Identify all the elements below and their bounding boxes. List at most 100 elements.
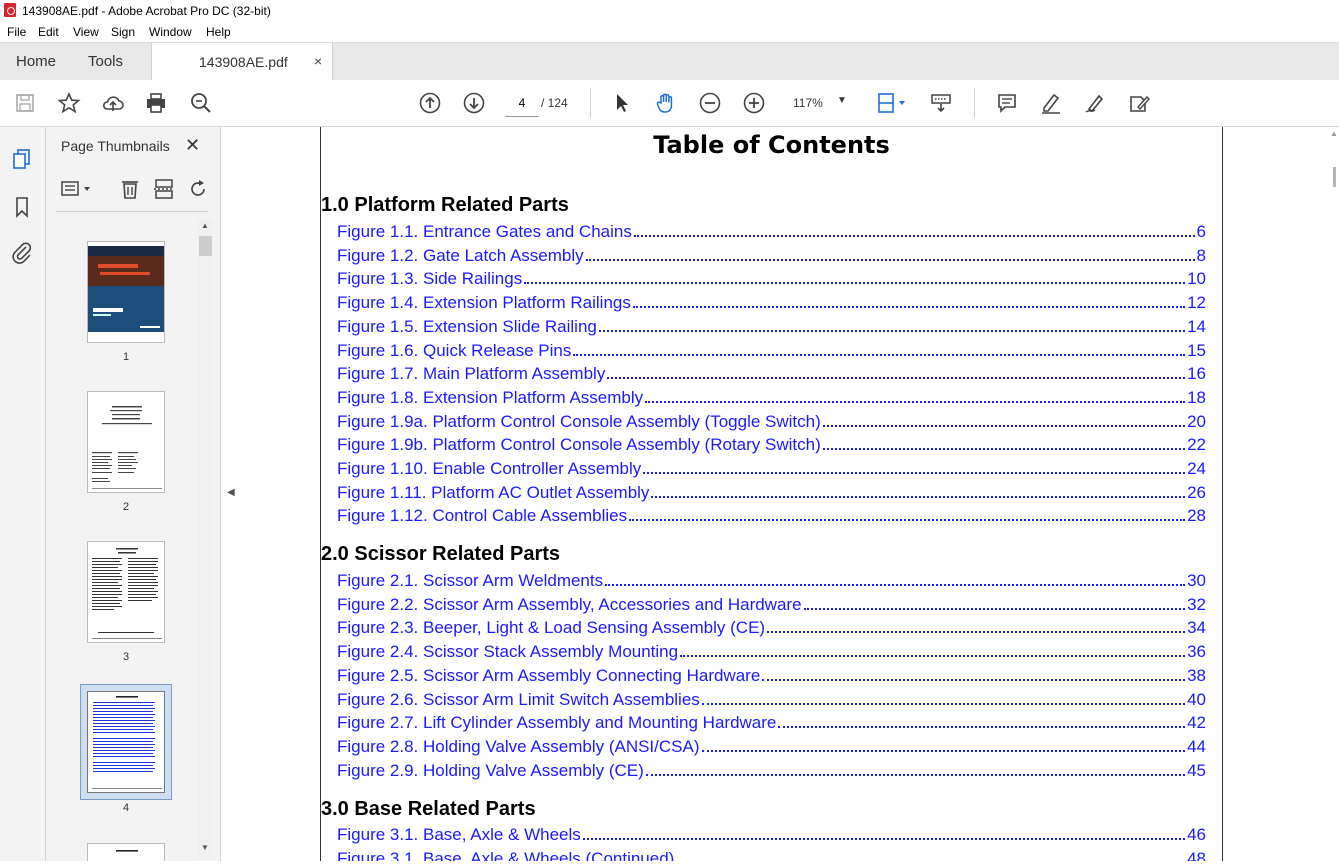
thumbnail-page-3[interactable]: [87, 541, 165, 643]
previous-page-button[interactable]: [417, 90, 443, 116]
title-bar: 143908AE.pdf - Adobe Acrobat Pro DC (32-…: [0, 0, 1339, 22]
toc-entry-link[interactable]: Figure 2.8. Holding Valve Assembly (ANSI…: [337, 735, 1206, 757]
toc-entry-link[interactable]: Figure 1.5. Extension Slide Railing 14: [337, 315, 1206, 337]
save-button[interactable]: [12, 90, 38, 116]
panel-collapse-handle[interactable]: ◀: [221, 127, 240, 861]
toc-entry-link[interactable]: Figure 2.2. Scissor Arm Assembly, Access…: [337, 593, 1206, 615]
print-button[interactable]: [143, 90, 169, 116]
thumbnail-page-5[interactable]: [87, 843, 165, 861]
toc-entry-page: 12: [1187, 293, 1206, 313]
toc-entry-link[interactable]: Figure 1.9a. Platform Control Console As…: [337, 410, 1206, 432]
toc-entry-label: Figure 1.10. Enable Controller Assembly: [337, 459, 642, 478]
document-scrollbar[interactable]: ▲: [1328, 127, 1339, 861]
toc-entry-link[interactable]: Figure 3.1. Base, Axle & Wheels 46: [337, 823, 1206, 845]
toc-entry-page: 28: [1187, 506, 1206, 526]
printer-icon: [147, 93, 165, 113]
toc-entry-link[interactable]: Figure 1.4. Extension Platform Railings 1…: [337, 291, 1206, 313]
scroll-up-icon[interactable]: ▲: [1330, 129, 1338, 138]
scroll-down-icon[interactable]: ▼: [201, 843, 209, 852]
toc-entry-link[interactable]: Figure 1.10. Enable Controller Assembly 2…: [337, 457, 1206, 479]
comment-button[interactable]: [994, 90, 1020, 116]
page-thumbnails-icon[interactable]: [10, 147, 34, 171]
toc-entry-link[interactable]: Figure 1.3. Side Railings 10: [337, 267, 1206, 289]
toc-entry-link[interactable]: Figure 2.6. Scissor Arm Limit Switch Ass…: [337, 688, 1206, 710]
toc-entry-page: 22: [1187, 435, 1206, 455]
collapse-arrow-icon[interactable]: ◀: [227, 487, 235, 498]
toc-entry-page: 10: [1187, 269, 1206, 289]
toc-entry-link[interactable]: Figure 1.7. Main Platform Assembly 16: [337, 362, 1206, 384]
toc-entry-page: 16: [1187, 364, 1206, 384]
scrollbar-thumb[interactable]: [199, 236, 212, 256]
upload-button[interactable]: [100, 90, 126, 116]
thumbnail-page-4[interactable]: [87, 691, 165, 793]
toc-entry-link[interactable]: Figure 3.1. Base, Axle & Wheels (Continu…: [337, 847, 1206, 861]
dot-leader: [822, 424, 1186, 427]
toc-entry-link[interactable]: Figure 1.12. Control Cable Assemblies 28: [337, 504, 1206, 526]
close-panel-icon[interactable]: ✕: [185, 135, 200, 156]
toc-entry-link[interactable]: Figure 1.6. Quick Release Pins 15: [337, 339, 1206, 361]
thumbnail-scrollbar[interactable]: ▲ ▼: [198, 219, 213, 859]
toc-entry-link[interactable]: Figure 1.11. Platform AC Outlet Assembly…: [337, 481, 1206, 503]
select-tool-button[interactable]: [609, 90, 635, 116]
section-heading: 2.0 Scissor Related Parts: [321, 543, 561, 565]
highlight-button[interactable]: [1038, 90, 1064, 116]
delete-page-icon[interactable]: [118, 177, 142, 201]
page-fit-button[interactable]: [874, 90, 910, 116]
tab-home[interactable]: Home: [16, 43, 56, 81]
scroll-up-icon[interactable]: ▲: [201, 221, 209, 230]
next-page-button[interactable]: [461, 90, 487, 116]
fill-and-sign-button[interactable]: [1126, 90, 1152, 116]
toc-entry-link[interactable]: Figure 2.5. Scissor Arm Assembly Connect…: [337, 664, 1206, 686]
toc-entry-page: 44: [1187, 736, 1206, 756]
thumbnail-label: 3: [122, 651, 130, 663]
scrollbar-thumb[interactable]: [1333, 167, 1336, 187]
sign-button[interactable]: [1082, 90, 1108, 116]
toc-entry-label: Figure 1.5. Extension Slide Railing: [337, 316, 597, 336]
toc-entry-link[interactable]: Figure 2.1. Scissor Arm Weldments 30: [337, 569, 1206, 591]
scrolling-mode-button[interactable]: [928, 90, 954, 116]
menu-help[interactable]: Help: [206, 25, 231, 39]
tab-tools[interactable]: Tools: [88, 43, 123, 81]
bookmarks-icon[interactable]: [10, 195, 34, 219]
toc-entry-link[interactable]: Figure 1.8. Extension Platform Assembly 1…: [337, 386, 1206, 408]
toolbar-divider: [590, 88, 591, 118]
rotate-page-icon[interactable]: [186, 177, 210, 201]
zoom-in-button[interactable]: [741, 90, 767, 116]
menu-window[interactable]: Window: [149, 25, 192, 39]
toc-entry-label: Figure 1.2. Gate Latch Assembly: [337, 245, 584, 265]
toc-entry-page: 8: [1196, 245, 1206, 265]
menu-view[interactable]: View: [73, 25, 99, 39]
toc-entry-link[interactable]: Figure 1.2. Gate Latch Assembly 8: [337, 244, 1206, 266]
toc-entry-label: Figure 1.4. Extension Platform Railings: [337, 293, 631, 313]
extract-pages-icon[interactable]: [152, 177, 176, 201]
document-viewport[interactable]: Table of Contents 1.0 Platform Related P…: [240, 127, 1339, 861]
toc-entry-link[interactable]: Figure 2.7. Lift Cylinder Assembly and M…: [337, 711, 1206, 733]
menu-sign[interactable]: Sign: [111, 25, 135, 39]
zoom-out-button[interactable]: [697, 90, 723, 116]
options-menu-icon[interactable]: [60, 177, 94, 201]
toc-entry-link[interactable]: Figure 1.9b. Platform Control Console As…: [337, 433, 1206, 455]
close-tab-icon[interactable]: ×: [314, 53, 322, 69]
toc-entry-link[interactable]: Figure 1.1. Entrance Gates and Chains 6: [337, 220, 1206, 242]
menu-file[interactable]: File: [7, 25, 26, 39]
hand-tool-button[interactable]: [653, 90, 679, 116]
find-button[interactable]: [188, 90, 214, 116]
page-number-input[interactable]: [505, 90, 539, 117]
toc-entry-link[interactable]: Figure 2.3. Beeper, Light & Load Sensing…: [337, 616, 1206, 638]
tab-document[interactable]: 143908AE.pdf ×: [151, 43, 333, 81]
toc-entry-link[interactable]: Figure 2.9. Holding Valve Assembly (CE) 4…: [337, 759, 1206, 781]
toc-entry-page: 20: [1187, 411, 1206, 431]
toc-entry-label: Figure 1.3. Side Railings: [337, 269, 523, 289]
page-total: / 124: [541, 96, 568, 110]
toc-entry-link[interactable]: Figure 2.4. Scissor Stack Assembly Mount…: [337, 640, 1206, 662]
zoom-level-dropdown[interactable]: 117% ▼: [787, 92, 849, 114]
thumbnail-page-2[interactable]: [87, 391, 165, 493]
menu-edit[interactable]: Edit: [38, 25, 59, 39]
bookmark-star-button[interactable]: [56, 90, 82, 116]
thumbnail-page-1[interactable]: [87, 241, 165, 343]
plus-circle-icon: [743, 92, 765, 114]
toc-entry-label: Figure 1.9b. Platform Control Console As…: [337, 435, 821, 455]
toc-entry-page: 18: [1187, 387, 1206, 407]
toc-entry-label: Figure 2.1. Scissor Arm Weldments: [337, 571, 604, 590]
attachments-paperclip-icon[interactable]: [10, 240, 34, 264]
